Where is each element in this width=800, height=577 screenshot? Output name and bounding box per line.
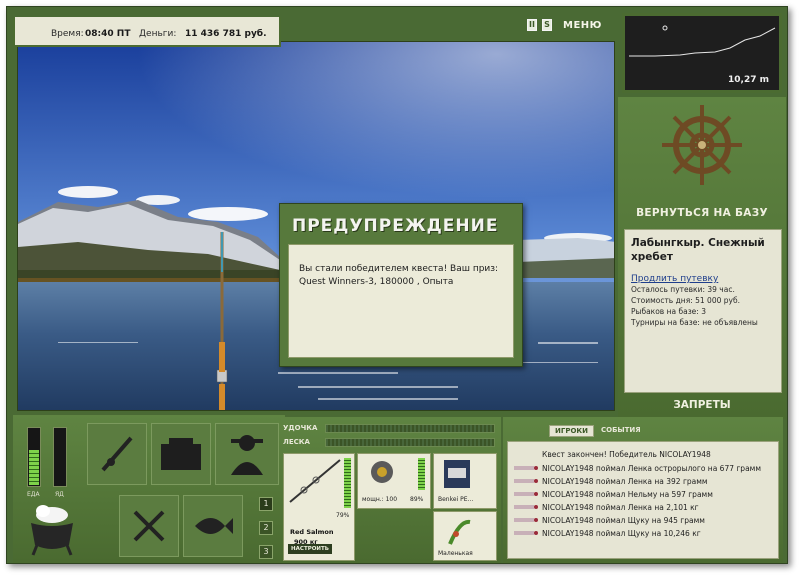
log-quest-result: Квест закончен! Победитель NICOLAY1948 bbox=[542, 450, 711, 459]
lure-name: Маленькая bbox=[438, 550, 473, 557]
fish-tag-icon bbox=[514, 531, 538, 535]
food-meter-fill bbox=[29, 450, 39, 485]
list-item: NICOLAY1948 поймал Нельму на 597 грамм bbox=[512, 488, 774, 501]
reel-cell[interactable]: мощн.: 100 89% bbox=[357, 453, 431, 509]
tab-events[interactable]: СОБЫТИЯ bbox=[596, 425, 646, 437]
menu-button[interactable]: МЕНЮ bbox=[563, 20, 602, 31]
list-item: NICOLAY1948 поймал Щуку на 945 грамм bbox=[512, 514, 774, 527]
list-item: NICOLAY1948 поймал Ленка острорылого на … bbox=[512, 462, 774, 475]
reel-power: мощн.: 100 bbox=[362, 496, 398, 503]
list-item: NICOLAY1948 поймал Ленка на 2,101 кг bbox=[512, 501, 774, 514]
game-window: Время: 08:40 ПТ Деньги: 11 436 781 руб. … bbox=[6, 6, 788, 564]
sound-icon[interactable]: S bbox=[542, 19, 552, 31]
poison-meter bbox=[53, 427, 67, 487]
time-label: Время: bbox=[51, 29, 84, 39]
money-label: Деньги: bbox=[139, 29, 177, 39]
return-to-base-button[interactable]: ВЕРНУТЬСЯ НА БАЗУ bbox=[618, 207, 786, 219]
fish-tag-icon bbox=[514, 518, 538, 522]
rod-name: Red Salmon bbox=[290, 528, 334, 536]
reel-icon bbox=[371, 461, 393, 483]
tackle-box-slot[interactable] bbox=[151, 423, 211, 485]
pause-icon[interactable]: II bbox=[527, 19, 537, 31]
line-tension-row: ЛЕСКА bbox=[283, 437, 495, 447]
fish-tag-icon bbox=[514, 505, 538, 509]
dialog-title: ПРЕДУПРЕЖДЕНИЕ bbox=[292, 216, 499, 236]
reel-percent: 89% bbox=[410, 496, 424, 503]
permit-hours-left: Осталось путевки: 39 час. bbox=[631, 285, 735, 294]
rod-durability-meter bbox=[344, 458, 351, 508]
line-cell[interactable]: Benkei PE... bbox=[433, 453, 497, 509]
angler-icon bbox=[231, 435, 263, 475]
time-value: 08:40 ПТ bbox=[85, 29, 131, 39]
event-log-panel: ИГРОКИ СОБЫТИЯ Квест закончен! Победител… bbox=[503, 417, 783, 563]
fish-icon bbox=[195, 518, 233, 534]
list-item: NICOLAY1948 поймал Щуку на 10,246 кг bbox=[512, 527, 774, 540]
bans-button[interactable]: ЗАПРЕТЫ bbox=[618, 399, 786, 411]
lure-cell[interactable]: Маленькая bbox=[433, 511, 497, 561]
day-cost: Стоимость дня: 51 000 руб. bbox=[631, 296, 740, 305]
warning-dialog[interactable]: ПРЕДУПРЕЖДЕНИЕ Вы стали победителем квес… bbox=[279, 203, 523, 367]
catch-slot[interactable] bbox=[183, 495, 243, 557]
angler-slot[interactable] bbox=[215, 423, 279, 485]
rod-tension-bar bbox=[325, 423, 495, 433]
food-label: ЕДА bbox=[27, 491, 40, 498]
top-controls: II S МЕНЮ bbox=[527, 17, 602, 33]
rod-tension-row: УДОЧКА bbox=[283, 423, 495, 433]
cutlery-icon bbox=[133, 510, 165, 542]
slot-2-button[interactable]: 2 bbox=[259, 521, 273, 535]
extend-permit-link[interactable]: Продлить путевку bbox=[631, 274, 775, 284]
right-panel: ВЕРНУТЬСЯ НА БАЗУ Лабынгкыр. Снежный хре… bbox=[618, 97, 786, 419]
poison-label: ЯД bbox=[55, 491, 64, 498]
log-list: Квест закончен! Победитель NICOLAY1948 N… bbox=[507, 441, 779, 559]
dialog-message: Вы стали победителем квеста! Ваш приз: Q… bbox=[288, 244, 514, 358]
rod-slot[interactable] bbox=[87, 423, 147, 485]
anglers-at-base: Рыбаков на базе: 3 bbox=[631, 307, 706, 316]
actions-panel: ЕДА ЯД 1 2 3 bbox=[13, 415, 285, 563]
list-item: NICOLAY1948 поймал Ленка на 392 грамм bbox=[512, 475, 774, 488]
fish-tag-icon bbox=[514, 492, 538, 496]
fish-tag-icon bbox=[514, 479, 538, 483]
tournaments-at-base: Турниры на базе: не объявлены bbox=[631, 318, 758, 327]
line-spool-icon bbox=[444, 460, 470, 488]
float-marker-icon bbox=[662, 25, 668, 31]
tab-players[interactable]: ИГРОКИ bbox=[549, 425, 594, 437]
rod-label: УДОЧКА bbox=[283, 424, 318, 432]
line-label: ЛЕСКА bbox=[283, 438, 310, 446]
depth-value: 10,27 m bbox=[728, 75, 769, 85]
gear-panel: УДОЧКА ЛЕСКА 79% Red Salmon 900 кг НАСТР… bbox=[281, 417, 501, 563]
status-bar: Время: 08:40 ПТ Деньги: 11 436 781 руб. bbox=[13, 17, 281, 47]
rod-cell[interactable]: 79% Red Salmon 900 кг НАСТРОИТЬ bbox=[283, 453, 355, 561]
depth-profile: 10,27 m bbox=[622, 13, 782, 93]
rod-percent: 79% bbox=[336, 512, 350, 519]
rod-icon bbox=[289, 459, 341, 503]
food-slot[interactable] bbox=[119, 495, 179, 557]
slot-3-button[interactable]: 3 bbox=[259, 545, 273, 559]
location-card: Лабынгкыр. Снежный хребет Продлить путев… bbox=[624, 229, 782, 393]
location-title: Лабынгкыр. Снежный хребет bbox=[631, 237, 765, 263]
line-tension-bar bbox=[325, 437, 495, 447]
line-name: Benkei PE... bbox=[438, 496, 474, 503]
rods-icon bbox=[101, 436, 133, 472]
food-meter bbox=[27, 427, 41, 487]
tackle-box-icon bbox=[161, 438, 201, 470]
slot-1-button[interactable]: 1 bbox=[259, 497, 273, 511]
fish-tag-icon bbox=[514, 466, 538, 470]
lure-icon bbox=[448, 519, 471, 545]
log-tabs: ИГРОКИ СОБЫТИЯ bbox=[549, 425, 646, 437]
cauldron-icon[interactable] bbox=[23, 501, 81, 557]
reel-durability-meter bbox=[418, 458, 425, 490]
setup-button[interactable]: НАСТРОИТЬ bbox=[288, 544, 332, 554]
money-value: 11 436 781 руб. bbox=[185, 29, 267, 39]
